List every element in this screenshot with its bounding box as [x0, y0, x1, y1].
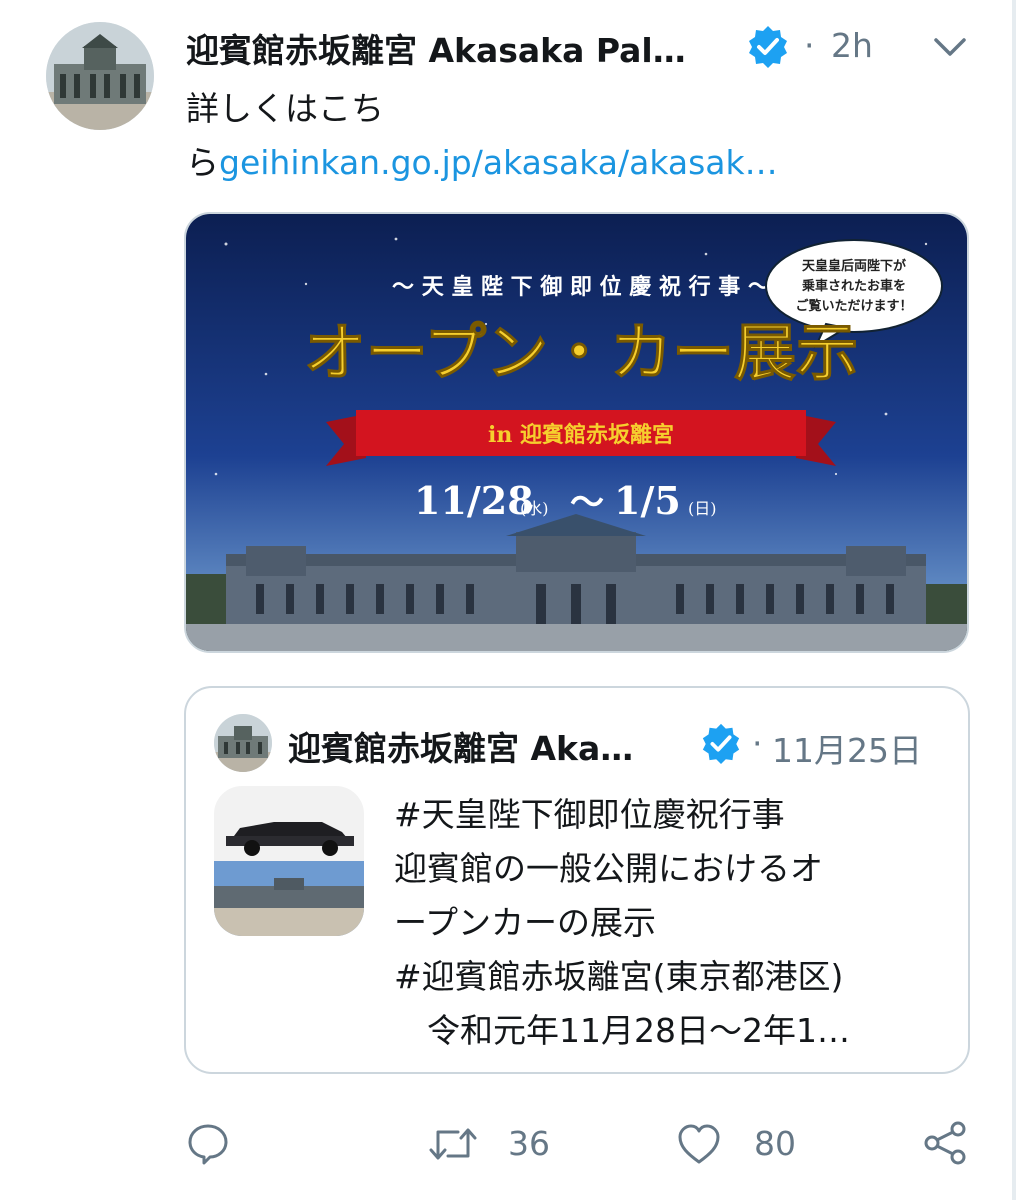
car-and-palace-thumbnail: [214, 786, 364, 936]
quoted-text-line: #天皇陛下御即位慶祝行事: [394, 795, 785, 834]
tweet-text-line: 詳しくはこち: [186, 89, 384, 128]
quoted-text: #天皇陛下御即位慶祝行事 迎賓館の一般公開におけるオ ープンカーの展示 #迎賓館…: [394, 788, 942, 1058]
quoted-author-name: 迎賓館赤坂離宮 Aka…: [288, 729, 634, 768]
bubble-line: ご覧いただけます！: [795, 298, 912, 314]
like-icon: [678, 1124, 720, 1164]
palace-avatar-image: [46, 22, 154, 130]
date-end-day: (日): [688, 499, 717, 518]
bubble-line: 天皇皇后両陛下が: [802, 258, 906, 274]
tweet-text-fragment: ら: [186, 143, 219, 182]
like-button[interactable]: 80: [676, 1112, 806, 1176]
quoted-tweet[interactable]: 迎賓館赤坂離宮 Aka… · 11月25日 #天皇陛下御即位慶祝行事 迎賓館の一…: [184, 686, 970, 1074]
retweet-button[interactable]: 36: [428, 1112, 568, 1176]
ribbon-text: in 迎賓館赤坂離宮: [488, 422, 674, 448]
reply-button[interactable]: [186, 1112, 236, 1176]
retweet-icon: [429, 1128, 477, 1160]
right-edge-divider: [1012, 0, 1016, 1200]
tweet-text: 詳しくはこち らgeihinkan.go.jp/akasaka/akasak…: [186, 82, 836, 190]
quoted-text-line: #迎賓館赤坂離宮(東京都港区): [394, 957, 844, 996]
quoted-author-avatar: [214, 714, 272, 772]
quoted-date: 11月25日: [772, 731, 922, 770]
tweet-timestamp[interactable]: 2h: [831, 26, 873, 65]
poster-subtitle: 〜 天 皇 陛 下 御 即 位 慶 祝 行 事 〜: [392, 274, 770, 300]
bubble-line: 乗車されたお車を: [801, 278, 906, 294]
retweet-count: 36: [508, 1124, 550, 1163]
quoted-separator: ·: [752, 724, 763, 763]
tweet-link[interactable]: geihinkan.go.jp/akasaka/akasak…: [219, 143, 778, 182]
open-car-exhibit-poster: 〜 天 皇 陛 下 御 即 位 慶 祝 行 事 〜 天皇皇后両陛下が 乗車された…: [186, 214, 967, 651]
date-end: 1/5: [614, 478, 681, 523]
tweet-media-image[interactable]: 〜 天 皇 陛 下 御 即 位 慶 祝 行 事 〜 天皇皇后両陛下が 乗車された…: [184, 212, 969, 653]
share-icon: [924, 1121, 966, 1165]
author-name[interactable]: 迎賓館赤坂離宮 Akasaka Pal…: [186, 24, 734, 72]
palace-avatar-image: [214, 714, 272, 772]
date-start-day: (水): [520, 499, 549, 518]
verified-badge-icon: [702, 723, 740, 764]
tweet-header: 迎賓館赤坂離宮 Akasaka Pal… · 2h: [186, 18, 986, 74]
date-start: 11/28: [414, 478, 534, 523]
quoted-thumbnail: [214, 786, 364, 936]
quoted-text-line: ープンカーの展示: [394, 903, 657, 942]
reply-icon: [188, 1124, 228, 1165]
quoted-text-line: 迎賓館の一般公開におけるオ: [394, 849, 823, 888]
chevron-down-icon[interactable]: [930, 30, 970, 62]
share-button[interactable]: [922, 1112, 972, 1176]
tweet-action-bar: 36 80: [0, 1112, 1016, 1176]
verified-badge-icon: [749, 26, 787, 68]
quoted-text-line: 令和元年11月28日～2年1…: [394, 1011, 850, 1050]
poster-headline: オープン・カー展示: [304, 316, 858, 389]
header-separator: ·: [804, 26, 815, 65]
like-count: 80: [754, 1124, 796, 1163]
author-avatar[interactable]: [46, 22, 154, 130]
